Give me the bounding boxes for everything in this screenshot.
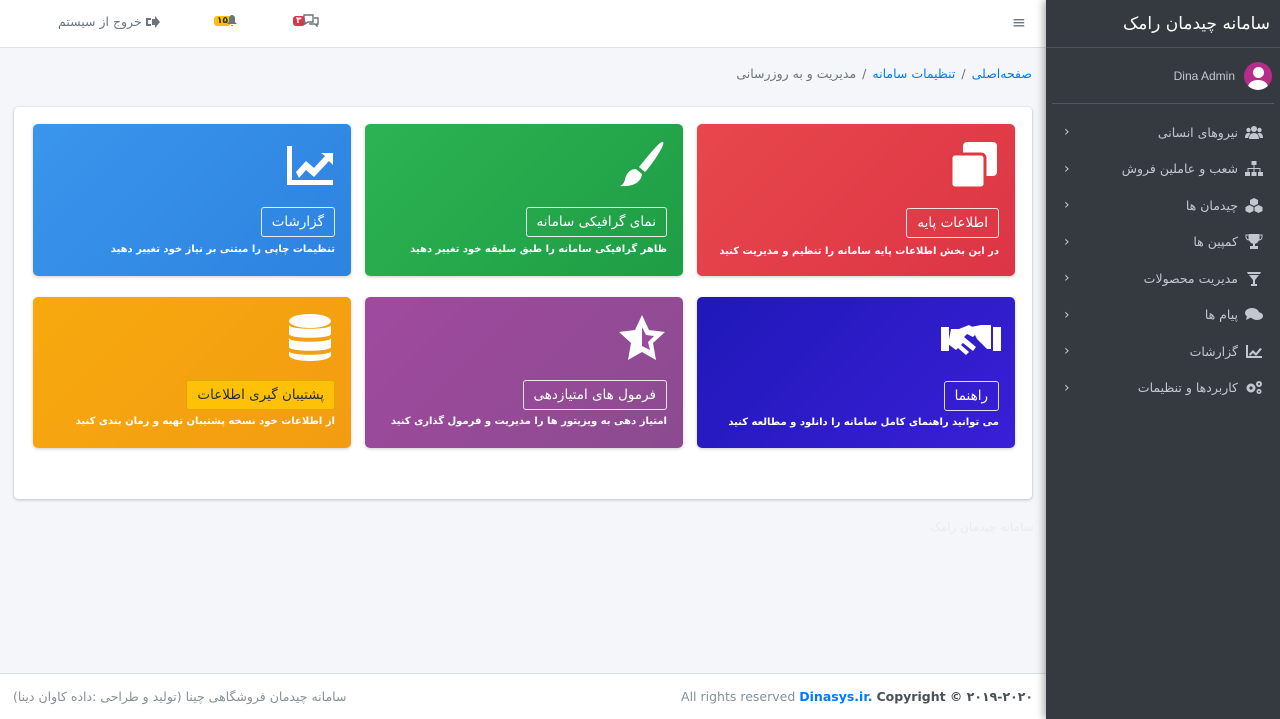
watermark-text: سامانه چیدمان رامک (930, 520, 1034, 534)
sidebar-item-label: کاربردها و تنظیمات (1137, 380, 1238, 396)
cubes-icon (1244, 197, 1264, 213)
scoring-formulas-button[interactable]: فرمول های امتیازدهی (522, 380, 667, 410)
tile-description: امتیاز دهی به ویزیتور ها را مدیریت و فرم… (390, 416, 667, 427)
logout-link[interactable]: خروج از سیستم (58, 14, 160, 29)
user-panel[interactable]: Dina Admin (1052, 48, 1274, 104)
sitemap-icon (1244, 161, 1264, 177)
tile-reports[interactable]: گزارشات تنظیمات چاپی را مبتنی بر نیاز خو… (33, 124, 351, 276)
users-icon (1244, 124, 1264, 140)
sidebar-item-branches[interactable]: › شعب و عاملین فروش (1046, 151, 1280, 188)
sidebar-item-label: کمپین ها (1193, 234, 1238, 250)
chevron-left-icon: › (1064, 233, 1070, 250)
chevron-left-icon: › (1064, 306, 1070, 323)
tile-description: در این بخش اطلاعات پایه سامانه را تنظیم … (719, 246, 999, 257)
backup-button[interactable]: پشتیبان گیری اطلاعات (186, 380, 335, 410)
top-navbar: خروج از سیستم ۱۵ ۳ ≡ (0, 0, 1046, 48)
logout-label: خروج از سیستم (58, 14, 142, 29)
comments-icon (302, 14, 319, 27)
chevron-left-icon: › (1064, 197, 1070, 214)
sidebar-item-label: شعب و عاملین فروش (1121, 161, 1238, 177)
tile-description: تنظیمات چاپی را مبتنی بر نیاز خود تغییر … (110, 244, 335, 255)
user-name: Dina Admin (1173, 68, 1235, 83)
sidebar-item-label: چیدمان ها (1185, 197, 1238, 213)
brand-title[interactable]: سامانه چیدمان رامک (1046, 0, 1280, 48)
tile-scoring-formulas[interactable]: فرمول های امتیازدهی امتیاز دهی به ویزیتو… (365, 297, 683, 448)
breadcrumb-current: مدیریت و به روزرسانی (736, 66, 857, 81)
avatar (1244, 61, 1272, 90)
chevron-left-icon: › (1064, 379, 1070, 396)
sidebar-item-label: پیام ها (1204, 307, 1238, 323)
messages-button[interactable]: ۳ (293, 14, 319, 27)
product-icon (1244, 270, 1264, 286)
breadcrumb-home[interactable]: صفحه‌اصلی (972, 66, 1032, 81)
footer-product-info: سامانه چیدمان فروشگاهی چینا (تولید و طرا… (13, 689, 347, 704)
chart-line-icon (287, 146, 333, 185)
tile-graphic-view[interactable]: نمای گرافیکی سامانه ظاهر گرافیکی سامانه … (365, 124, 683, 276)
tile-guide[interactable]: راهنما می توانید راهنمای کامل سامانه را … (697, 297, 1015, 448)
copy-icon (949, 142, 997, 190)
reports-button[interactable]: گزارشات (260, 207, 335, 237)
comments-icon (1244, 307, 1264, 323)
sidebar-item-label: مدیریت محصولات (1143, 270, 1238, 286)
breadcrumb-separator: / (862, 66, 867, 81)
settings-panel: اطلاعات پایه در این بخش اطلاعات پایه سام… (14, 107, 1032, 499)
sidebar-item-campaigns[interactable]: › کمپین ها (1046, 224, 1280, 261)
sidebar: سامانه چیدمان رامک Dina Admin › نیروهای … (1046, 0, 1280, 719)
sidebar-item-products[interactable]: › مدیریت محصولات (1046, 260, 1280, 297)
database-icon (289, 314, 331, 361)
notifications-button[interactable]: ۱۵ (214, 14, 237, 28)
sidebar-item-reports[interactable]: › گزارشات (1046, 333, 1280, 370)
sidebar-item-human-resources[interactable]: › نیروهای انسانی (1046, 114, 1280, 151)
tile-backup[interactable]: پشتیبان گیری اطلاعات از اطلاعات خود نسخه… (33, 297, 351, 448)
tile-description: از اطلاعات خود نسخه پشتیبان تهیه و زمان … (75, 416, 335, 427)
star-icon (619, 315, 665, 360)
trophy-icon (1244, 234, 1264, 250)
tile-description: می توانید راهنمای کامل سامانه را دانلود … (728, 417, 999, 428)
breadcrumb-settings[interactable]: تنظیمات سامانه (872, 66, 955, 81)
sign-out-icon (145, 15, 160, 28)
breadcrumb-separator: / (961, 66, 966, 81)
tile-base-info[interactable]: اطلاعات پایه در این بخش اطلاعات پایه سام… (697, 124, 1015, 276)
guide-button[interactable]: راهنما (943, 381, 999, 411)
sidebar-item-layouts[interactable]: › چیدمان ها (1046, 187, 1280, 224)
sidebar-item-messages[interactable]: › پیام ها (1046, 297, 1280, 334)
chevron-left-icon: › (1064, 124, 1070, 141)
sidebar-nav: › نیروهای انسانی › شعب و عاملین فروش › چ… (1046, 114, 1280, 406)
graphic-view-button[interactable]: نمای گرافیکی سامانه (525, 207, 667, 237)
brush-icon (620, 141, 664, 187)
menu-toggle-icon[interactable]: ≡ (1012, 13, 1026, 33)
footer-site-link[interactable]: Dinasys.ir. (799, 689, 872, 704)
footer-rights: All rights reserved (681, 689, 796, 704)
bell-icon (227, 15, 237, 26)
sidebar-item-label: نیروهای انسانی (1157, 124, 1238, 140)
breadcrumb: صفحه‌اصلی / تنظیمات سامانه / مدیریت و به… (736, 66, 1032, 81)
sidebar-item-label: گزارشات (1189, 343, 1238, 359)
footer-copyright-year: Copyright © ۲۰۱۹-۲۰۲۰ (876, 689, 1033, 704)
chevron-left-icon: › (1064, 343, 1070, 360)
handshake-icon (941, 325, 1001, 355)
footer: All rights reserved Dinasys.ir. Copyrigh… (0, 673, 1046, 719)
chevron-left-icon: › (1064, 160, 1070, 177)
cogs-icon (1244, 380, 1264, 396)
footer-copyright: All rights reserved Dinasys.ir. Copyrigh… (681, 689, 1033, 704)
chart-icon (1244, 343, 1264, 359)
chevron-left-icon: › (1064, 270, 1070, 287)
base-info-button[interactable]: اطلاعات پایه (906, 208, 999, 238)
tile-description: ظاهر گرافیکی سامانه را طبق سلیقه خود تغی… (410, 244, 667, 255)
sidebar-item-settings[interactable]: › کاربردها و تنظیمات (1046, 370, 1280, 407)
